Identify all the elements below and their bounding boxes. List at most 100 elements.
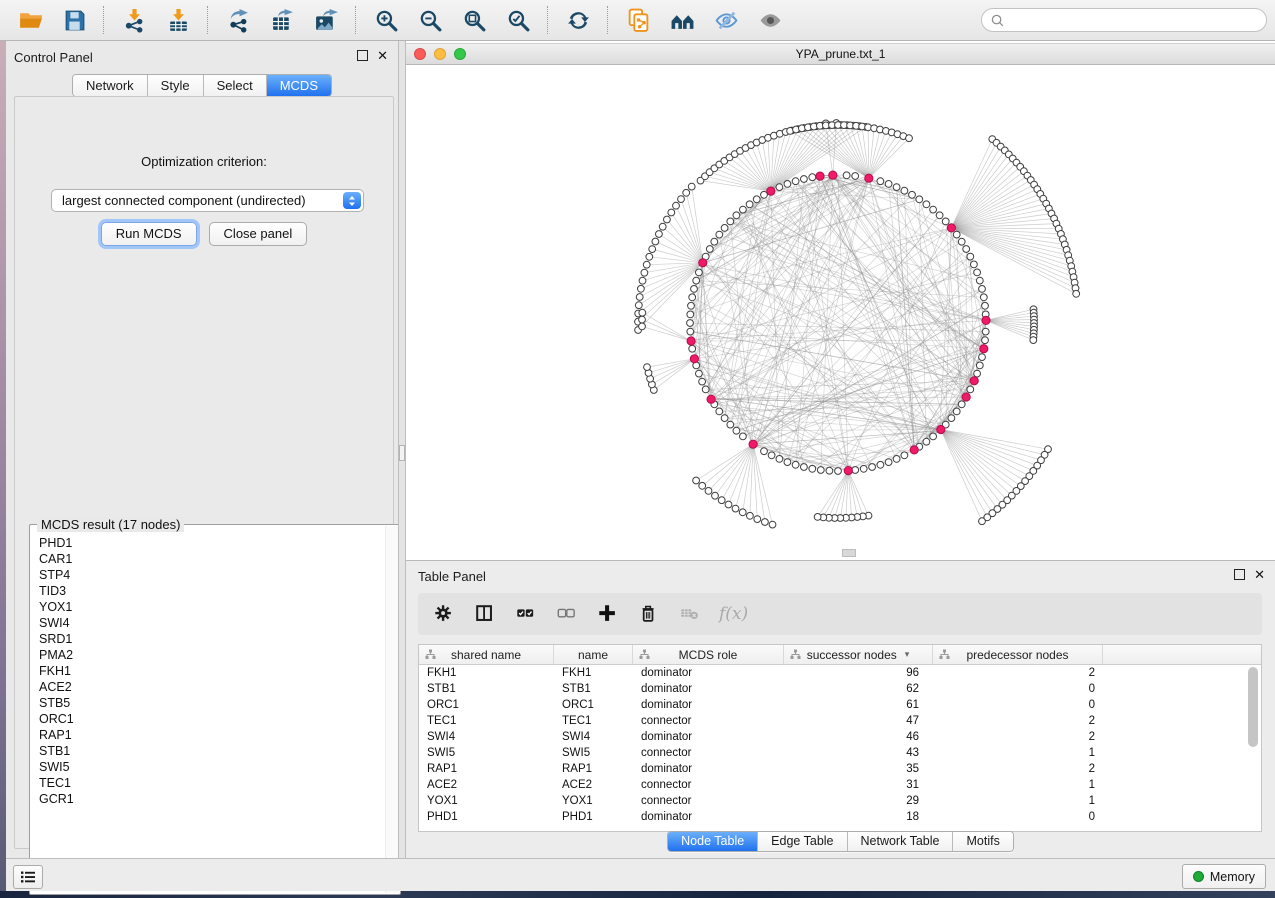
close-panel-button[interactable]: Close panel xyxy=(209,222,308,246)
cell-predecessor-nodes[interactable]: 0 xyxy=(933,699,1103,711)
table-scrollbar[interactable] xyxy=(1248,665,1259,829)
cell-successor-nodes[interactable]: 61 xyxy=(784,699,933,711)
cell-shared-name[interactable]: SWI4 xyxy=(419,731,554,743)
cell-MCDS-role[interactable]: connector xyxy=(633,795,784,807)
table-row-SWI5[interactable]: SWI5SWI5connector431 xyxy=(419,745,1261,761)
cell-name[interactable]: STB1 xyxy=(554,683,633,695)
cell-shared-name[interactable]: PHD1 xyxy=(419,811,554,823)
tab-select[interactable]: Select xyxy=(204,75,267,96)
table-row-RAP1[interactable]: RAP1RAP1dominator352 xyxy=(419,761,1261,777)
float-panel-icon[interactable] xyxy=(357,50,368,61)
cell-name[interactable]: YOX1 xyxy=(554,795,633,807)
cell-shared-name[interactable]: ORC1 xyxy=(419,699,554,711)
cell-successor-nodes[interactable]: 43 xyxy=(784,747,933,759)
zoom-selected-button[interactable] xyxy=(501,5,535,35)
deselect-all-rows-button[interactable] xyxy=(555,602,579,626)
cell-name[interactable]: PHD1 xyxy=(554,811,633,823)
search-box[interactable] xyxy=(981,8,1267,32)
horizontal-splitter-handle[interactable] xyxy=(842,549,856,557)
sort-chevron-icon[interactable]: ▾ xyxy=(905,650,910,659)
mcds-node-item[interactable]: SRD1 xyxy=(39,631,385,647)
tab-motifs[interactable]: Motifs xyxy=(953,832,1012,851)
cell-shared-name[interactable]: TEC1 xyxy=(419,715,554,727)
mcds-node-item[interactable]: FKH1 xyxy=(39,663,385,679)
first-neighbors-button[interactable] xyxy=(665,5,699,35)
cell-predecessor-nodes[interactable]: 0 xyxy=(933,683,1103,695)
column-header-name[interactable]: name xyxy=(554,645,633,664)
mcds-node-item[interactable]: STP4 xyxy=(39,567,385,583)
table-row-STB1[interactable]: STB1STB1dominator620 xyxy=(419,681,1261,697)
export-table-button[interactable] xyxy=(265,5,299,35)
mcds-node-item[interactable]: CAR1 xyxy=(39,551,385,567)
mcds-node-item[interactable]: ORC1 xyxy=(39,711,385,727)
float-table-panel-icon[interactable] xyxy=(1234,569,1245,580)
cell-name[interactable]: ACE2 xyxy=(554,779,633,791)
table-settings-button[interactable] xyxy=(432,602,456,626)
mcds-node-item[interactable]: RAP1 xyxy=(39,727,385,743)
zoom-fit-button[interactable] xyxy=(457,5,491,35)
mcds-node-item[interactable]: TEC1 xyxy=(39,775,385,791)
vertical-splitter[interactable] xyxy=(398,41,406,858)
network-window-titlebar[interactable]: YPA_prune.txt_1 xyxy=(406,43,1275,65)
cell-MCDS-role[interactable]: dominator xyxy=(633,699,784,711)
cell-shared-name[interactable]: RAP1 xyxy=(419,763,554,775)
memory-button[interactable]: Memory xyxy=(1182,864,1266,889)
cell-shared-name[interactable]: STB1 xyxy=(419,683,554,695)
mcds-result-list[interactable]: PHD1CAR1STP4TID3YOX1SWI4SRD1PMA2FKH1ACE2… xyxy=(31,533,385,893)
cell-successor-nodes[interactable]: 35 xyxy=(784,763,933,775)
cell-MCDS-role[interactable]: connector xyxy=(633,747,784,759)
network-canvas[interactable] xyxy=(406,65,1275,560)
cell-predecessor-nodes[interactable]: 2 xyxy=(933,667,1103,679)
cell-predecessor-nodes[interactable]: 1 xyxy=(933,795,1103,807)
cell-MCDS-role[interactable]: connector xyxy=(633,779,784,791)
hide-selected-button[interactable] xyxy=(709,5,743,35)
mcds-node-item[interactable]: ACE2 xyxy=(39,679,385,695)
add-column-button[interactable] xyxy=(596,602,620,626)
cell-successor-nodes[interactable]: 46 xyxy=(784,731,933,743)
mcds-node-item[interactable]: GCR1 xyxy=(39,791,385,807)
delete-column-button[interactable] xyxy=(637,602,661,626)
cell-shared-name[interactable]: FKH1 xyxy=(419,667,554,679)
cell-MCDS-role[interactable]: dominator xyxy=(633,683,784,695)
cell-successor-nodes[interactable]: 47 xyxy=(784,715,933,727)
cell-successor-nodes[interactable]: 18 xyxy=(784,811,933,823)
close-table-panel-icon[interactable]: ✕ xyxy=(1254,570,1265,579)
table-row-PHD1[interactable]: PHD1PHD1dominator180 xyxy=(419,809,1261,825)
open-session-button[interactable] xyxy=(13,5,47,35)
import-table-button[interactable] xyxy=(161,5,195,35)
cell-name[interactable]: ORC1 xyxy=(554,699,633,711)
show-columns-button[interactable] xyxy=(473,602,497,626)
table-row-FKH1[interactable]: FKH1FKH1dominator962 xyxy=(419,665,1261,681)
import-network-button[interactable] xyxy=(117,5,151,35)
network-from-selection-button[interactable] xyxy=(621,5,655,35)
cell-MCDS-role[interactable]: dominator xyxy=(633,763,784,775)
tab-edge-table[interactable]: Edge Table xyxy=(758,832,847,851)
table-row-ACE2[interactable]: ACE2ACE2connector311 xyxy=(419,777,1261,793)
export-network-button[interactable] xyxy=(221,5,255,35)
cell-successor-nodes[interactable]: 29 xyxy=(784,795,933,807)
cell-predecessor-nodes[interactable]: 2 xyxy=(933,763,1103,775)
mcds-node-item[interactable]: SWI4 xyxy=(39,615,385,631)
tab-network-table[interactable]: Network Table xyxy=(848,832,954,851)
cell-successor-nodes[interactable]: 96 xyxy=(784,667,933,679)
tab-mcds[interactable]: MCDS xyxy=(267,75,331,96)
cell-name[interactable]: SWI4 xyxy=(554,731,633,743)
cell-name[interactable]: RAP1 xyxy=(554,763,633,775)
optimization-criterion-select[interactable]: largest connected component (undirected) xyxy=(51,189,364,212)
table-row-ORC1[interactable]: ORC1ORC1dominator610 xyxy=(419,697,1261,713)
apply-layout-button[interactable] xyxy=(561,5,595,35)
column-header-shared-name[interactable]: shared name xyxy=(419,645,554,664)
table-row-SWI4[interactable]: SWI4SWI4dominator462 xyxy=(419,729,1261,745)
cell-MCDS-role[interactable]: dominator xyxy=(633,667,784,679)
column-header-MCDS-role[interactable]: MCDS role xyxy=(633,645,784,664)
cell-predecessor-nodes[interactable]: 1 xyxy=(933,747,1103,759)
tab-network[interactable]: Network xyxy=(73,75,148,96)
network-graph[interactable] xyxy=(406,65,1275,560)
mcds-node-item[interactable]: PHD1 xyxy=(39,535,385,551)
export-image-button[interactable] xyxy=(309,5,343,35)
mcds-node-item[interactable]: YOX1 xyxy=(39,599,385,615)
column-header-successor-nodes[interactable]: successor nodes▾ xyxy=(784,645,933,664)
cell-MCDS-role[interactable]: connector xyxy=(633,715,784,727)
mcds-node-item[interactable]: SWI5 xyxy=(39,759,385,775)
cell-shared-name[interactable]: SWI5 xyxy=(419,747,554,759)
